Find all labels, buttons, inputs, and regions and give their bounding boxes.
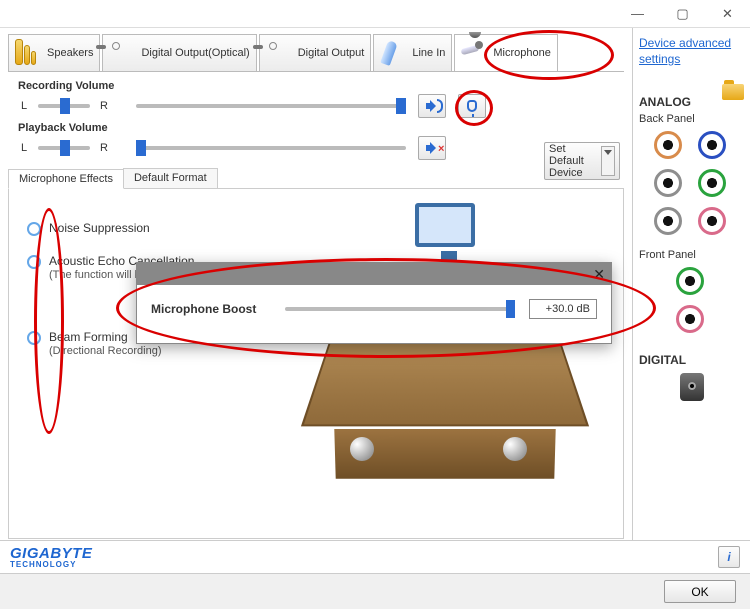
dialog-titlebar[interactable]: ✕ bbox=[137, 263, 611, 285]
tab-digital-label: Digital Output bbox=[298, 47, 365, 59]
backpanel-label: Back Panel bbox=[639, 113, 744, 125]
channel-l: L bbox=[18, 142, 30, 154]
frontpanel-label: Front Panel bbox=[639, 249, 744, 261]
subtab-effects-label: Microphone Effects bbox=[19, 173, 113, 185]
boost-slider[interactable] bbox=[285, 307, 515, 311]
subtab-format-label: Default Format bbox=[134, 172, 207, 184]
effects-panel: Noise Suppression Acoustic Echo Cancella… bbox=[8, 189, 624, 539]
chevron-down-icon bbox=[604, 150, 612, 167]
speaker-mute-icon: × bbox=[426, 142, 438, 154]
tab-speakers-label: Speakers bbox=[47, 47, 93, 59]
device-advanced-link[interactable]: Device advanced settings bbox=[639, 36, 744, 67]
tab-linein-label: Line In bbox=[412, 47, 445, 59]
jack-pink[interactable] bbox=[698, 207, 726, 235]
boost-value: +30.0 dB bbox=[529, 299, 597, 319]
front-jacks bbox=[639, 267, 744, 333]
set-default-device-button[interactable]: Set Default Device bbox=[544, 142, 620, 180]
channel-r: R bbox=[98, 142, 110, 154]
mic-boost-dialog: ✕ Microphone Boost +30.0 dB bbox=[136, 262, 612, 344]
boost-label: Microphone Boost bbox=[151, 302, 271, 316]
device-tabs: Speakers Digital Output(Optical) Digital… bbox=[8, 34, 624, 72]
front-jack-pink[interactable] bbox=[676, 305, 704, 333]
play-volume-slider[interactable] bbox=[136, 146, 406, 150]
noise-label: Noise Suppression bbox=[49, 221, 150, 235]
default-label: Set Default Device bbox=[549, 143, 593, 179]
jack-orange[interactable] bbox=[654, 131, 682, 159]
folder-icon[interactable] bbox=[722, 84, 744, 100]
tab-digital-optical-label: Digital Output(Optical) bbox=[141, 47, 249, 59]
front-jack-green[interactable] bbox=[676, 267, 704, 295]
tab-digital[interactable]: Digital Output bbox=[259, 34, 372, 71]
tab-linein[interactable]: Line In bbox=[373, 34, 452, 71]
rec-speaker-button[interactable] bbox=[418, 94, 446, 118]
info-icon: i bbox=[727, 550, 730, 564]
jack-green[interactable] bbox=[698, 169, 726, 197]
back-jacks bbox=[639, 131, 744, 235]
beam-note: (Directional Recording) bbox=[49, 344, 162, 358]
spdif-port-icon[interactable] bbox=[680, 373, 704, 401]
sub-tabs: Microphone Effects Default Format bbox=[8, 168, 624, 189]
info-button[interactable]: i bbox=[718, 546, 740, 568]
play-balance-slider[interactable] bbox=[38, 146, 90, 150]
tab-speakers[interactable]: Speakers bbox=[8, 34, 100, 71]
playback-volume-label: Playback Volume bbox=[18, 122, 624, 134]
default-dropdown[interactable] bbox=[601, 146, 615, 176]
subtab-effects[interactable]: Microphone Effects bbox=[8, 169, 124, 189]
maximize-button[interactable]: ▢ bbox=[660, 0, 705, 28]
minimize-button[interactable]: — bbox=[615, 0, 660, 28]
subtab-format[interactable]: Default Format bbox=[123, 168, 218, 188]
rec-mic-button[interactable] bbox=[458, 94, 486, 118]
title-bar: — ▢ ✕ bbox=[0, 0, 750, 28]
tab-microphone-label: Microphone bbox=[493, 47, 550, 59]
speaker-icon bbox=[426, 100, 438, 112]
play-mute-button[interactable]: × bbox=[418, 136, 446, 160]
digital-heading: DIGITAL bbox=[639, 353, 744, 367]
channel-r: R bbox=[98, 100, 110, 112]
close-button[interactable]: ✕ bbox=[705, 0, 750, 28]
radio-icon[interactable] bbox=[27, 222, 41, 236]
recording-volume-label: Recording Volume bbox=[18, 80, 624, 92]
option-noise-suppression[interactable]: Noise Suppression bbox=[27, 221, 605, 236]
beam-label: Beam Forming bbox=[49, 330, 128, 344]
desk-illustration bbox=[295, 199, 595, 529]
rec-balance-slider[interactable] bbox=[38, 104, 90, 108]
linein-icon bbox=[380, 39, 408, 67]
jack-blue[interactable] bbox=[698, 131, 726, 159]
radio-icon[interactable] bbox=[27, 331, 41, 345]
receiver-icon bbox=[266, 39, 294, 67]
mic-icon bbox=[467, 100, 477, 112]
tab-digital-optical[interactable]: Digital Output(Optical) bbox=[102, 34, 256, 71]
jack-grey-2[interactable] bbox=[654, 207, 682, 235]
ok-button[interactable]: OK bbox=[664, 580, 736, 603]
jack-grey[interactable] bbox=[654, 169, 682, 197]
speakers-icon bbox=[15, 39, 43, 67]
channel-l: L bbox=[18, 100, 30, 112]
microphone-icon bbox=[461, 39, 489, 67]
tab-microphone[interactable]: Microphone bbox=[454, 34, 557, 71]
rec-volume-slider[interactable] bbox=[136, 104, 406, 108]
radio-icon[interactable] bbox=[27, 255, 41, 269]
receiver-icon bbox=[109, 39, 137, 67]
dialog-close-icon[interactable]: ✕ bbox=[593, 266, 605, 283]
